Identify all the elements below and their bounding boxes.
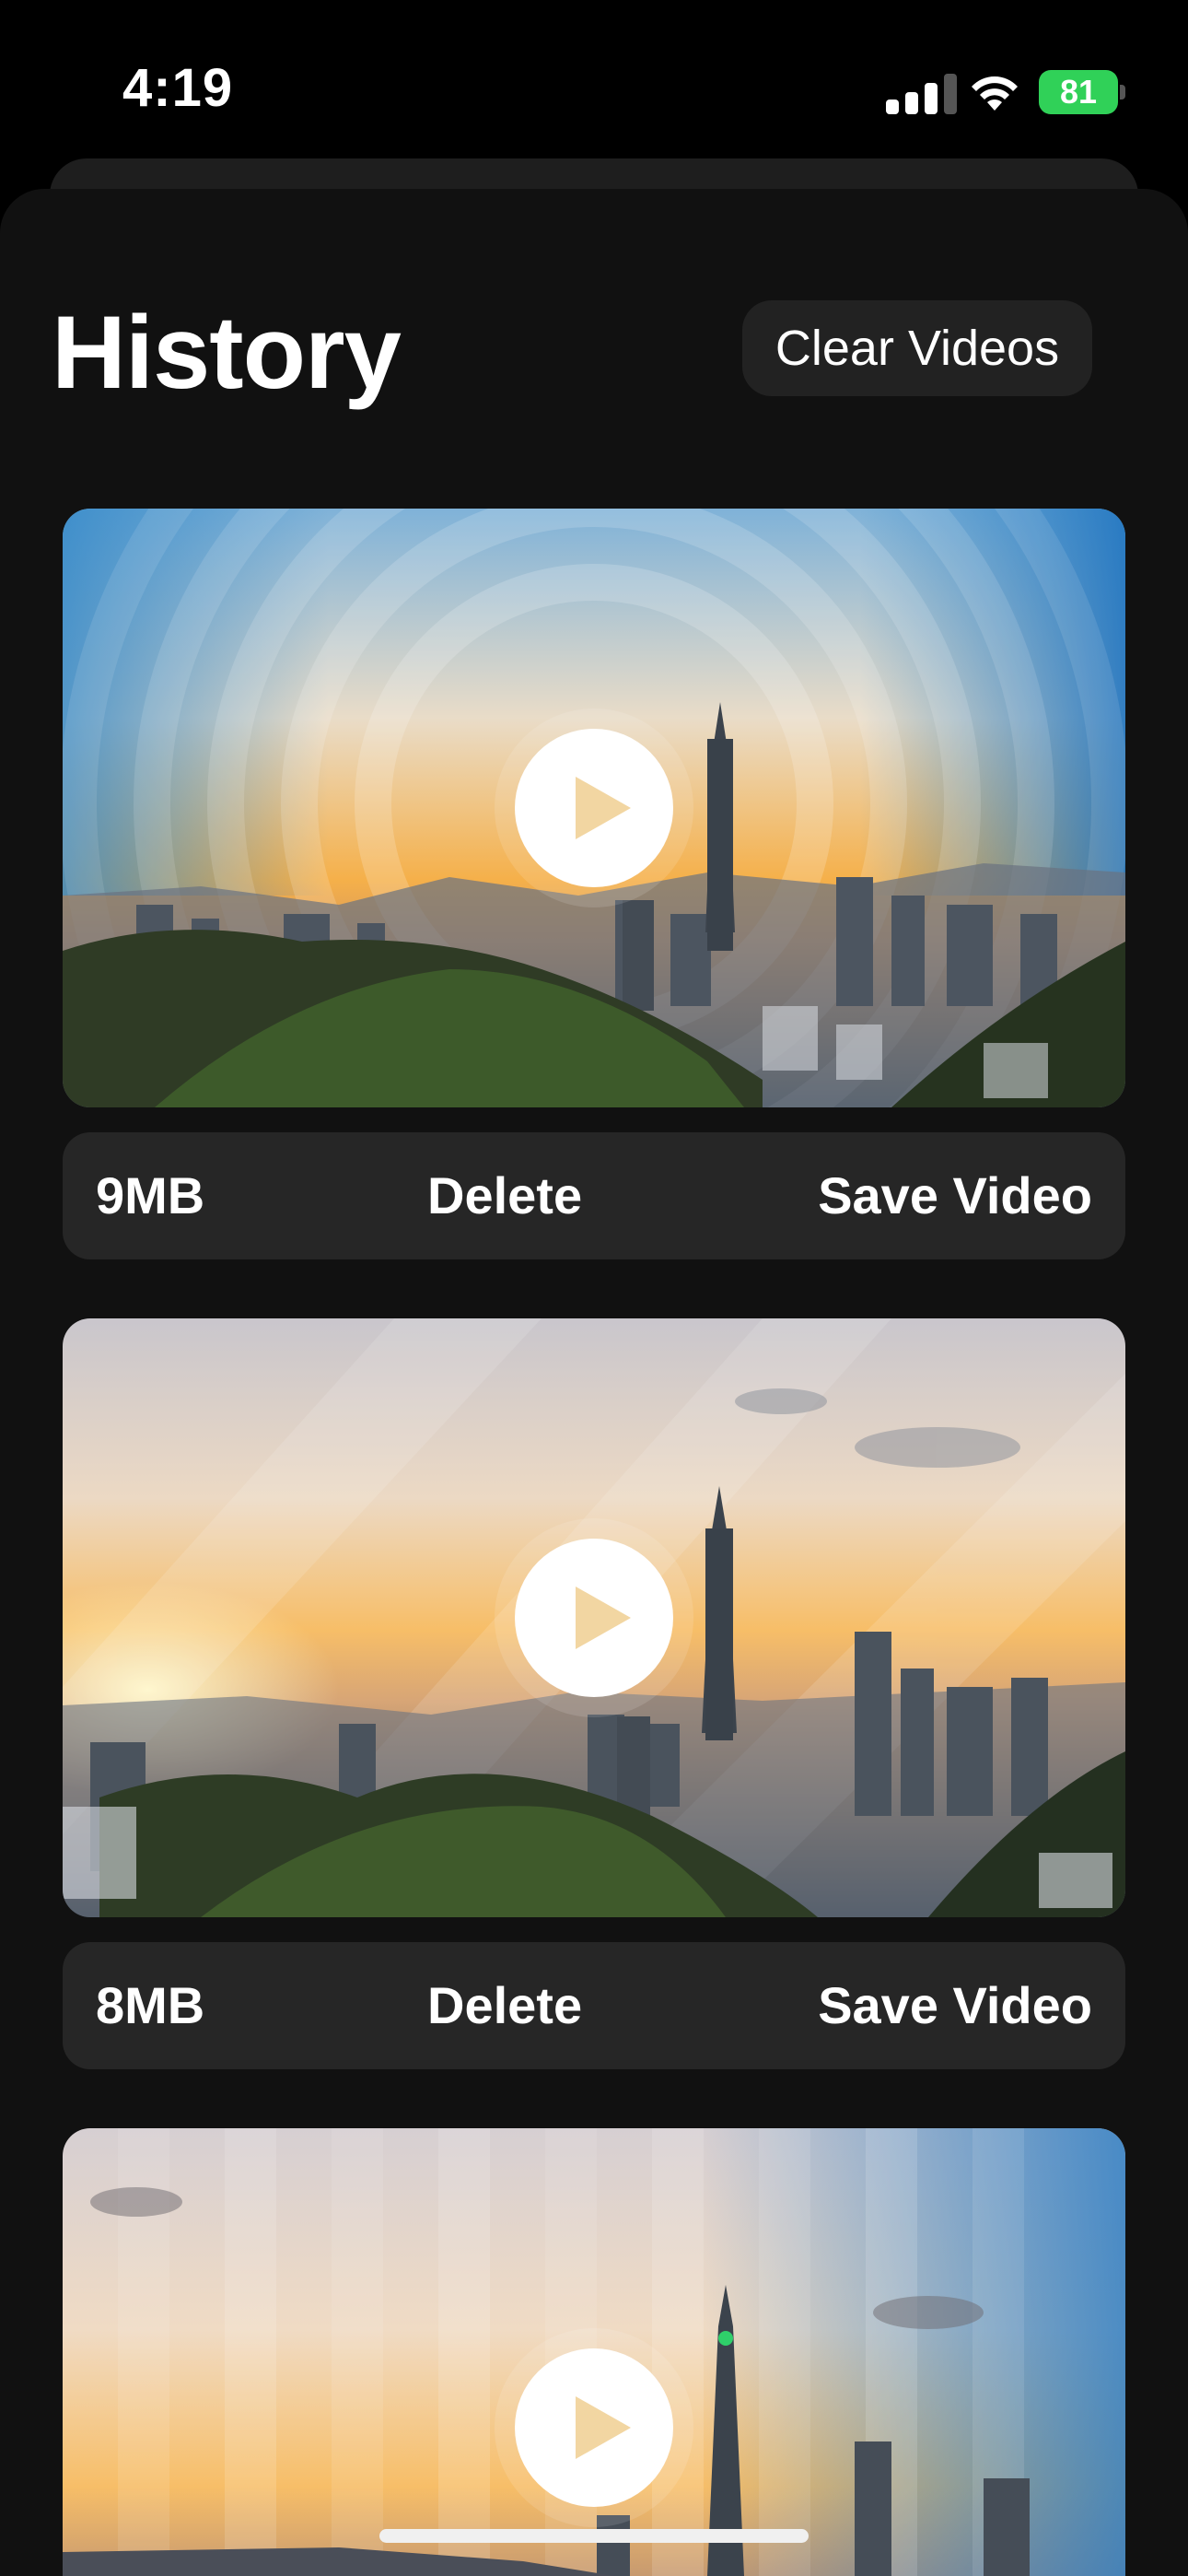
delete-button[interactable]: Delete xyxy=(427,1132,582,1259)
video-actions: 9MB Delete Save Video xyxy=(63,1132,1125,1259)
page-title: History xyxy=(52,295,402,410)
video-thumbnail[interactable] xyxy=(63,2128,1125,2576)
video-thumbnail[interactable] xyxy=(63,509,1125,1107)
file-size: 8MB xyxy=(96,1976,205,2034)
status-time: 4:19 xyxy=(122,58,234,118)
wifi-icon xyxy=(972,76,1018,111)
video-thumbnail[interactable] xyxy=(63,1318,1125,1917)
play-icon[interactable] xyxy=(515,729,673,887)
home-indicator[interactable] xyxy=(379,2529,809,2543)
play-icon[interactable] xyxy=(515,2348,673,2507)
screen: 4:19 81 History Clear Videos 9MB Delete … xyxy=(0,0,1188,2576)
save-video-button[interactable]: Save Video xyxy=(818,1132,1092,1259)
file-size: 9MB xyxy=(96,1166,205,1224)
cellular-signal-icon xyxy=(886,74,960,114)
delete-button[interactable]: Delete xyxy=(427,1942,582,2069)
save-video-button[interactable]: Save Video xyxy=(818,1942,1092,2069)
play-icon[interactable] xyxy=(515,1539,673,1697)
battery-charging-icon: 81 xyxy=(1039,70,1125,114)
battery-level: 81 xyxy=(1059,73,1098,111)
clear-videos-button[interactable]: Clear Videos xyxy=(742,300,1092,396)
status-bar: 4:19 81 xyxy=(0,0,1188,161)
video-actions: 8MB Delete Save Video xyxy=(63,1942,1125,2069)
